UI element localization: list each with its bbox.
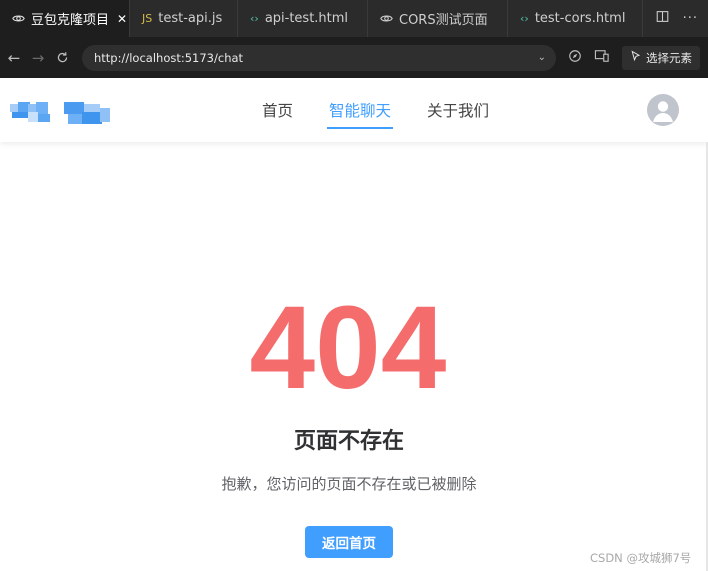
back-icon[interactable]: ← <box>4 46 24 70</box>
split-view-icon[interactable] <box>656 10 669 27</box>
reload-icon[interactable] <box>52 46 72 70</box>
tab-label: 豆包克隆项目 <box>31 13 110 28</box>
forward-icon[interactable]: → <box>28 46 48 70</box>
back-home-button[interactable]: 返回首页 <box>305 526 393 558</box>
main-nav: 首页 智能聊天 关于我们 <box>260 78 491 142</box>
code-icon: ‹› <box>250 12 259 25</box>
eye-icon <box>380 12 393 25</box>
url-text: http://localhost:5173/chat <box>94 50 244 65</box>
watermark: CSDN @攻城狮7号 <box>590 551 692 565</box>
address-bar: ← → http://localhost:5173/chat ⌄ 选择元素 <box>0 37 708 78</box>
url-input[interactable]: http://localhost:5173/chat ⌄ <box>82 44 556 71</box>
tab-label: test-api.js <box>158 11 223 26</box>
tab-doubao-clone[interactable]: 豆包克隆项目 ✕ <box>0 0 130 37</box>
tab-test-cors[interactable]: ‹› test-cors.html <box>508 0 643 37</box>
tab-actions: ··· <box>656 0 708 37</box>
eye-icon <box>12 12 25 25</box>
more-icon[interactable]: ··· <box>683 11 698 26</box>
tab-api-test[interactable]: ‹› api-test.html <box>238 0 368 37</box>
browser-tab-strip: 豆包克隆项目 ✕ JS test-api.js ‹› api-test.html… <box>0 0 708 37</box>
chevron-down-icon[interactable]: ⌄ <box>538 52 546 63</box>
pick-element-label: 选择元素 <box>646 50 692 65</box>
pick-element-button[interactable]: 选择元素 <box>622 45 700 70</box>
tab-label: api-test.html <box>264 11 349 26</box>
page-title: 页面不存在 <box>293 429 404 454</box>
tab-cors-test[interactable]: CORS测试页面 <box>368 0 508 37</box>
error-description: 抱歉，您访问的页面不存在或已被删除 <box>221 475 477 493</box>
site-logo[interactable] <box>10 98 110 125</box>
tab-test-api[interactable]: JS test-api.js <box>130 0 238 37</box>
compass-icon[interactable] <box>568 48 582 67</box>
site-header: 首页 智能聊天 关于我们 <box>0 78 708 142</box>
nav-item-smart-chat[interactable]: 智能聊天 <box>327 78 394 142</box>
device-icon[interactable] <box>594 48 610 67</box>
tab-label: test-cors.html <box>534 11 626 26</box>
nav-item-about[interactable]: 关于我们 <box>425 78 491 142</box>
js-icon: JS <box>142 12 153 25</box>
code-icon: ‹› <box>520 12 529 25</box>
close-icon[interactable]: ✕ <box>117 12 127 26</box>
nav-item-home[interactable]: 首页 <box>260 78 295 142</box>
tab-label: CORS测试页面 <box>399 13 488 28</box>
user-avatar-icon[interactable] <box>647 94 679 126</box>
error-code: 404 <box>249 282 447 414</box>
cursor-icon <box>630 50 642 65</box>
